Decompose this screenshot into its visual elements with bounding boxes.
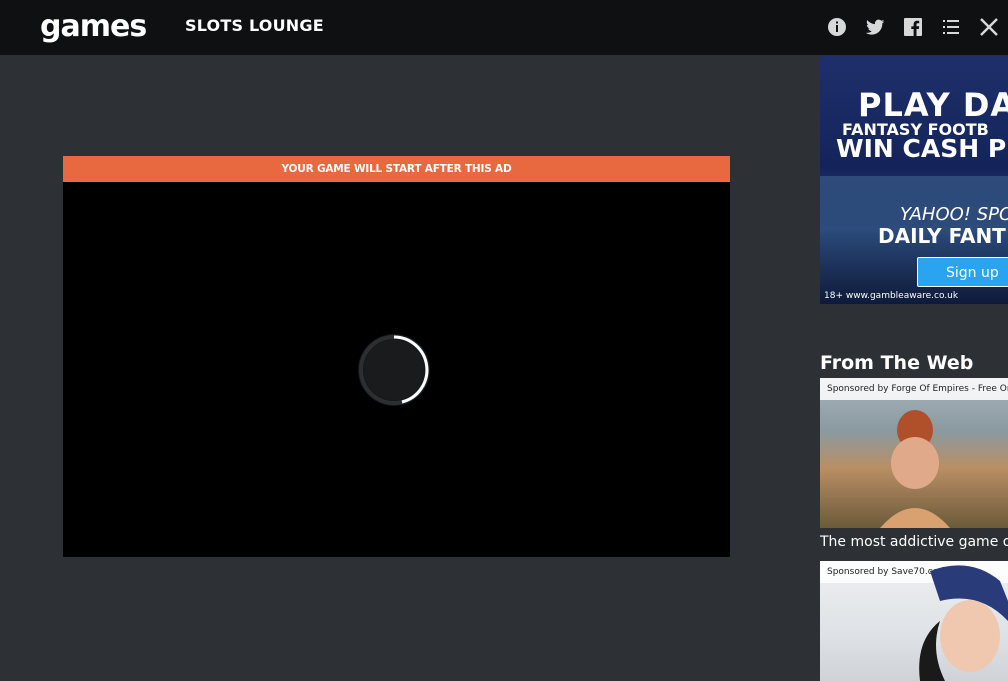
ad-notice-banner: YOUR GAME WILL START AFTER THIS AD — [63, 156, 730, 182]
list-icon[interactable] — [939, 15, 963, 39]
ad-signup-button[interactable]: Sign up — [917, 257, 1008, 287]
card-image — [880, 410, 950, 528]
game-frame: YOUR GAME WILL START AFTER THIS AD — [63, 156, 730, 557]
card-caption[interactable]: The most addictive game of — [820, 534, 1008, 550]
sponsor-label: Sponsored by Forge Of Empires - Free Onl… — [820, 378, 1008, 400]
info-icon[interactable] — [825, 15, 849, 39]
ad-headline: PLAY DA — [858, 86, 1008, 124]
loading-spinner-icon — [356, 332, 432, 408]
game-screen[interactable] — [63, 182, 730, 557]
sponsored-card[interactable]: Sponsored by Save70.com — [820, 561, 1008, 681]
top-bar: games SLOTS LOUNGE — [0, 0, 1008, 55]
card-image — [919, 565, 1008, 681]
close-icon[interactable] — [977, 15, 1001, 39]
ad-brand: YAHOO! SPO — [900, 204, 1008, 225]
ad-disclaimer: 18+ www.gambleaware.co.uk — [824, 291, 959, 301]
sponsored-card[interactable]: Sponsored by Forge Of Empires - Free Onl… — [820, 378, 1008, 528]
ad-cta-text: WIN CASH P — [836, 134, 1007, 163]
games-logo[interactable]: games — [40, 10, 147, 44]
facebook-icon[interactable] — [901, 15, 925, 39]
page-title: SLOTS LOUNGE — [185, 16, 324, 35]
from-the-web-heading: From The Web — [820, 352, 974, 374]
twitter-icon[interactable] — [863, 15, 887, 39]
advertisement[interactable]: PLAY DA FANTASY FOOTB WIN CASH P YAHOO! … — [820, 56, 1008, 304]
ad-product: DAILY FANT — [878, 224, 1006, 248]
